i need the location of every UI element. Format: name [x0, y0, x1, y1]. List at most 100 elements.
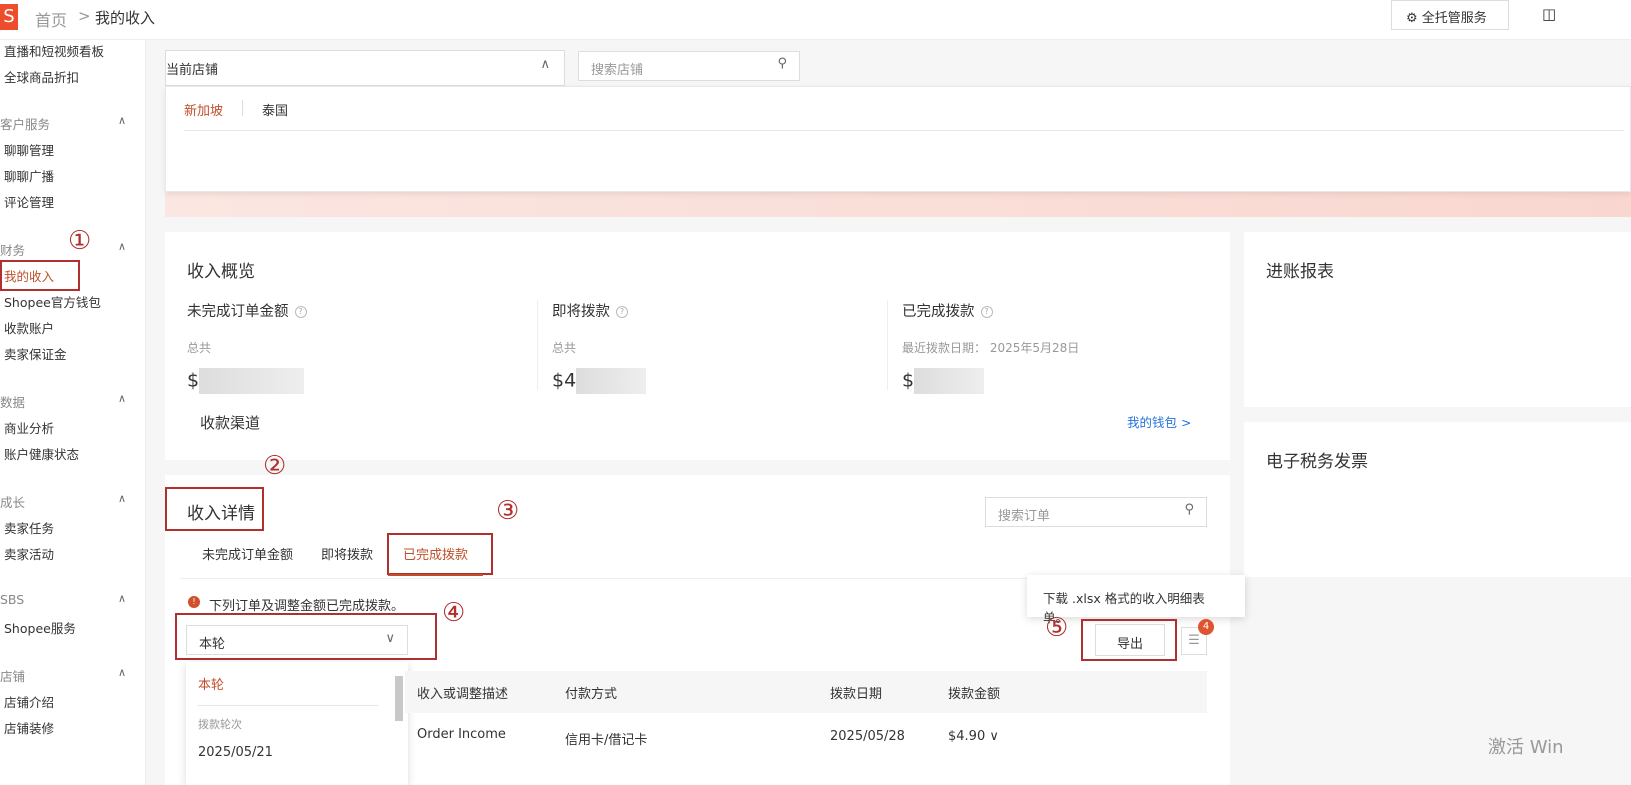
sidebar-item[interactable]: 我的收入	[0, 260, 81, 291]
sidebar-section-title[interactable]: 店铺	[0, 666, 25, 685]
tab-thailand[interactable]: 泰国	[262, 100, 288, 119]
split-view-icon[interactable]: ◫	[1542, 5, 1556, 23]
sidebar-section-title[interactable]: 客户服务	[0, 114, 50, 133]
help-icon[interactable]: ?	[616, 306, 628, 318]
search-icon: ⚲	[777, 56, 787, 71]
sidebar-item[interactable]: 评论管理	[4, 192, 54, 211]
notice-text: 下列订单及调整金额已完成拨款。	[209, 599, 405, 614]
shopee-logo[interactable]: S	[0, 4, 18, 30]
overview-column: 已完成拨款? 最近拨款日期： 2025年5月28日 $	[887, 300, 1217, 394]
managed-service-label: 全托管服务	[1421, 11, 1487, 26]
overview-title: 收入概览	[187, 262, 255, 282]
breadcrumb-home[interactable]: 首页	[35, 7, 67, 31]
period-option-current[interactable]: 本轮	[198, 674, 224, 693]
income-report-panel: 进账报表	[1244, 232, 1631, 407]
table-header: 收入或调整描述 付款方式 拨款日期 拨款金额	[405, 671, 1207, 713]
sidebar-section-title[interactable]: SBS	[0, 592, 24, 607]
col-payout-amount: 拨款金额	[948, 687, 1001, 702]
service-icon: ⚙	[1406, 11, 1422, 26]
sidebar-item[interactable]: 卖家任务	[4, 518, 54, 537]
export-button[interactable]: 导出	[1095, 624, 1165, 656]
period-select[interactable]: 本轮 ∨	[186, 625, 408, 655]
row-payment-method: 信用卡/借记卡	[565, 733, 648, 748]
sidebar-section-title[interactable]: 财务	[0, 240, 25, 259]
sidebar-item[interactable]: 全球商品折扣	[4, 67, 79, 86]
export-tooltip: 下载 .xlsx 格式的收入明细表单。	[1027, 575, 1245, 625]
breadcrumb-current: 我的收入	[95, 9, 156, 27]
blurred-amount	[914, 368, 985, 394]
tab-upcoming[interactable]: 即将拨款	[321, 544, 373, 563]
annotation-3: ③	[496, 496, 520, 526]
chevron-up-icon[interactable]: ∧	[118, 392, 126, 405]
income-details: 收入详情 搜索订单 ⚲ 未完成订单金额 即将拨款 已完成拨款 ! 下列订单及调整金…	[165, 475, 1245, 785]
row-description: Order Income	[417, 727, 506, 742]
annotation-2: ②	[263, 451, 287, 481]
shop-selector[interactable]: 当前店铺 ∧	[165, 50, 565, 86]
income-report-title: 进账报表	[1266, 262, 1334, 282]
active-tab-indicator	[388, 574, 483, 576]
search-icon: ⚲	[1184, 502, 1194, 517]
annotation-4: ④	[442, 598, 466, 628]
sidebar-item[interactable]: 店铺介绍	[4, 692, 54, 711]
row-payout-amount[interactable]: $4.90 ∨	[948, 729, 999, 744]
sidebar-item[interactable]: 店铺装修	[4, 718, 54, 737]
column-sub: 总共	[187, 341, 212, 355]
my-wallet-link[interactable]: 我的钱包 >	[1127, 412, 1191, 431]
sidebar-item[interactable]: Shopee官方钱包	[4, 292, 101, 311]
sidebar-item[interactable]: 聊聊管理	[4, 140, 54, 159]
amount-text: $	[902, 369, 915, 392]
shop-dropdown: 新加坡 泰国	[165, 86, 1631, 192]
dropdown-scrollbar[interactable]	[395, 676, 403, 721]
sidebar-item[interactable]: 商业分析	[4, 418, 54, 437]
top-bar: S 首页 > 我的收入 ⚙ 全托管服务 ◫	[0, 0, 1631, 40]
help-icon[interactable]: ?	[980, 306, 993, 318]
chevron-up-icon[interactable]: ∧	[118, 492, 126, 505]
info-icon: !	[188, 596, 200, 608]
amount-text: $	[187, 369, 200, 392]
table-row: Order Income 信用卡/借记卡 2025/05/28 $4.90 ∨	[405, 713, 1207, 785]
chevron-up-icon[interactable]: ∧	[118, 592, 126, 605]
sidebar-item[interactable]: 聊聊广播	[4, 166, 54, 185]
chevron-down-icon: ∨	[385, 631, 395, 646]
order-search-placeholder: 搜索订单	[998, 509, 1051, 524]
sidebar-item[interactable]: 卖家保证金	[4, 344, 67, 363]
overview-column: 未完成订单金额? 总共 $	[187, 300, 517, 394]
column-title: 即将拨款	[552, 304, 610, 320]
activation-watermark: 激活 Win	[1488, 737, 1564, 758]
column-title: 已完成拨款	[902, 304, 975, 320]
chevron-up-icon[interactable]: ∧	[118, 666, 126, 679]
blurred-amount	[199, 368, 305, 394]
tab-singapore[interactable]: 新加坡	[184, 100, 223, 119]
annotation-5: ⑤	[1045, 613, 1069, 643]
payment-channel-label: 收款渠道	[200, 414, 261, 432]
tax-invoice-title: 电子税务发票	[1266, 452, 1368, 472]
sidebar: 直播和短视频看板 全球商品折扣 客户服务 ∧ 聊聊管理 聊聊广播 评论管理 财务 ∧ 我的收入 Sh…	[0, 40, 146, 785]
sidebar-section-title[interactable]: 成长	[0, 492, 25, 511]
sidebar-item[interactable]: 账户健康状态	[4, 444, 79, 463]
period-selected: 本轮	[199, 637, 226, 652]
sidebar-item[interactable]: 卖家活动	[4, 544, 54, 563]
sidebar-section-title[interactable]: 数据	[0, 392, 25, 411]
sidebar-item[interactable]: 直播和短视频看板	[4, 41, 104, 60]
help-icon[interactable]: ?	[294, 306, 307, 318]
tax-invoice-panel: 电子税务发票	[1244, 422, 1631, 577]
overview-column: 即将拨款? 总共 $4	[537, 300, 867, 394]
amount-text: $4	[552, 369, 577, 392]
order-search-input[interactable]: 搜索订单 ⚲	[985, 497, 1207, 527]
tab-completed[interactable]: 已完成拨款	[403, 544, 468, 563]
tab-unfinished[interactable]: 未完成订单金额	[202, 544, 293, 563]
chevron-up-icon[interactable]: ∧	[118, 240, 126, 253]
banner	[165, 190, 1631, 217]
column-title: 未完成订单金额	[187, 304, 289, 320]
shop-search-placeholder: 搜索店铺	[591, 63, 644, 78]
period-option[interactable]: 2025/05/21	[198, 745, 273, 760]
chevron-up-icon: ∧	[540, 57, 550, 72]
chevron-up-icon[interactable]: ∧	[118, 114, 126, 127]
column-sub: 总共	[552, 341, 577, 355]
period-dropdown: 本轮 拨款轮次 2025/05/21	[186, 662, 408, 785]
sidebar-item[interactable]: Shopee服务	[4, 618, 76, 637]
managed-service-button[interactable]: ⚙ 全托管服务	[1391, 0, 1509, 30]
shop-search-input[interactable]: 搜索店铺 ⚲	[578, 51, 800, 81]
sidebar-item[interactable]: 收款账户	[4, 318, 54, 337]
details-title: 收入详情	[187, 504, 255, 524]
